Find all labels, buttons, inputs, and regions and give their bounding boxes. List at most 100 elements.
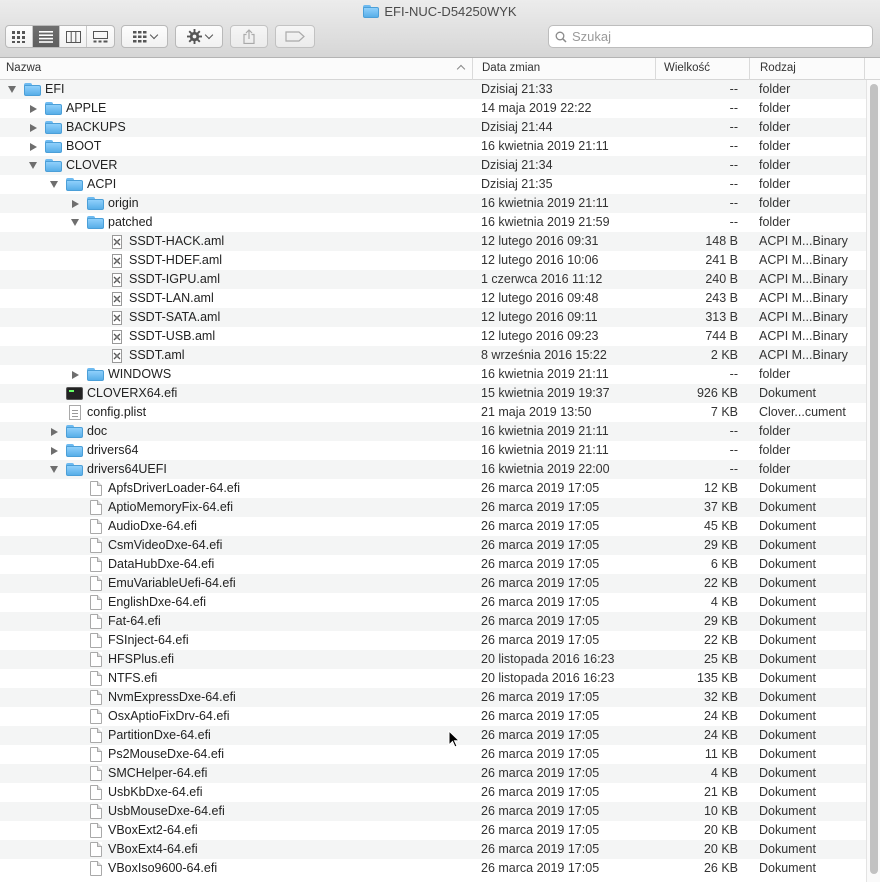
file-name: SSDT-USB.aml [129, 329, 216, 343]
share-button[interactable] [230, 25, 268, 48]
date-modified: 16 kwietnia 2019 21:59 [481, 215, 610, 229]
file-row[interactable]: PartitionDxe-64.efi 26 marca 2019 17:05 24… [0, 726, 866, 745]
file-kind: ACPI M...Binary [759, 272, 848, 286]
disclosure-triangle-expanded[interactable] [7, 80, 17, 99]
file-row[interactable]: VBoxExt2-64.efi 26 marca 2019 17:05 20 KB D… [0, 821, 866, 840]
file-row[interactable]: CLOVERX64.efi 15 kwietnia 2019 19:37 926 K… [0, 384, 866, 403]
column-header-kind[interactable]: Rodzaj [750, 58, 865, 80]
disclosure-triangle-collapsed[interactable] [28, 118, 38, 137]
date-modified: 12 lutego 2016 09:11 [481, 310, 598, 324]
disclosure-triangle-expanded[interactable] [70, 213, 80, 232]
column-header-name[interactable]: Nazwa [0, 58, 473, 80]
file-row[interactable]: VBoxIso9600-64.efi 26 marca 2019 17:05 26 … [0, 859, 866, 878]
gallery-view-button[interactable] [87, 26, 114, 47]
file-row[interactable]: CsmVideoDxe-64.efi 26 marca 2019 17:05 29 … [0, 536, 866, 555]
file-row[interactable]: UsbMouseDxe-64.efi 26 marca 2019 17:05 10 … [0, 802, 866, 821]
disclosure-triangle-collapsed[interactable] [70, 194, 80, 213]
file-row[interactable]: OsxAptioFixDrv-64.efi 26 marca 2019 17:05… [0, 707, 866, 726]
name-cell: BOOT [28, 137, 101, 156]
toolbar: EFI-NUC-D54250WYK [0, 0, 880, 58]
folder-row[interactable]: ACPI Dzisiaj 21:35 -- folder [0, 175, 866, 194]
disclosure-triangle-collapsed[interactable] [28, 99, 38, 118]
name-cell: config.plist [49, 403, 146, 422]
file-row[interactable]: Fat-64.efi 26 marca 2019 17:05 29 KB Dokume… [0, 612, 866, 631]
search-field[interactable] [548, 25, 873, 48]
folder-row[interactable]: WINDOWS 16 kwietnia 2019 21:11 -- folder [0, 365, 866, 384]
disclosure-triangle-collapsed[interactable] [28, 137, 38, 156]
icon-view-button[interactable] [6, 26, 33, 47]
file-row[interactable]: Ps2MouseDxe-64.efi 26 marca 2019 17:05 11 … [0, 745, 866, 764]
file-row[interactable]: AudioDxe-64.efi 26 marca 2019 17:05 45 KB D… [0, 517, 866, 536]
file-row[interactable]: SSDT-LAN.aml 12 lutego 2016 09:48 243 B ACP… [0, 289, 866, 308]
file-row[interactable]: SSDT-USB.aml 12 lutego 2016 09:23 744 B ACP… [0, 327, 866, 346]
file-row[interactable]: NvmExpressDxe-64.efi 26 marca 2019 17:05 3… [0, 688, 866, 707]
date-modified: 26 marca 2019 17:05 [481, 709, 600, 723]
column-header-date[interactable]: Data zmian [473, 58, 656, 80]
file-row[interactable]: SSDT-IGPU.aml 1 czerwca 2016 11:12 240 B AC… [0, 270, 866, 289]
column-header-size[interactable]: Wielkość [656, 58, 750, 80]
file-row[interactable]: config.plist 21 maja 2019 13:50 7 KB Clover… [0, 403, 866, 422]
file-row[interactable]: NTFS.efi 20 listopada 2016 16:23 135 KB Dok… [0, 669, 866, 688]
disclosure-triangle-expanded[interactable] [49, 460, 59, 479]
file-row[interactable]: FSInject-64.efi 26 marca 2019 17:05 22 KB D… [0, 631, 866, 650]
action-button[interactable] [175, 25, 223, 48]
column-view-button[interactable] [60, 26, 87, 47]
folder-row[interactable]: patched 16 kwietnia 2019 21:59 -- folder [0, 213, 866, 232]
scrollbar-thumb[interactable] [870, 84, 878, 874]
file-kind: Dokument [759, 728, 816, 742]
file-row[interactable]: EnglishDxe-64.efi 26 marca 2019 17:05 4 KB… [0, 593, 866, 612]
file-kind: folder [759, 120, 791, 134]
file-size: 11 KB [704, 747, 738, 761]
file-name: SSDT.aml [129, 348, 185, 362]
search-input[interactable] [572, 29, 852, 44]
file-kind: Dokument [759, 538, 816, 552]
date-modified: 15 kwietnia 2019 19:37 [481, 386, 610, 400]
folder-icon [87, 368, 104, 381]
disclosure-triangle-expanded[interactable] [28, 156, 38, 175]
file-size: 4 KB [710, 766, 738, 780]
folder-row[interactable]: drivers64UEFI 16 kwietnia 2019 22:00 -- fol… [0, 460, 866, 479]
disclosure-triangle-collapsed[interactable] [49, 441, 59, 460]
folder-row[interactable]: CLOVER Dzisiaj 21:34 -- folder [0, 156, 866, 175]
list-view-button[interactable] [33, 26, 60, 47]
date-modified: 1 czerwca 2016 11:12 [481, 272, 603, 286]
file-name: Ps2MouseDxe-64.efi [108, 747, 225, 761]
date-modified: 26 marca 2019 17:05 [481, 785, 600, 799]
date-modified: 12 lutego 2016 09:31 [481, 234, 599, 248]
file-name: ACPI [87, 177, 117, 191]
folder-row[interactable]: origin 16 kwietnia 2019 21:11 -- folder [0, 194, 866, 213]
date-modified: 16 kwietnia 2019 21:11 [481, 367, 609, 381]
folder-row[interactable]: drivers64 16 kwietnia 2019 21:11 -- folder [0, 441, 866, 460]
file-row[interactable]: EmuVariableUefi-64.efi 26 marca 2019 17:0… [0, 574, 866, 593]
file-row[interactable]: AptioMemoryFix-64.efi 26 marca 2019 17:05… [0, 498, 866, 517]
file-row[interactable]: ApfsDriverLoader-64.efi 26 marca 2019 17:… [0, 479, 866, 498]
file-row[interactable]: DataHubDxe-64.efi 26 marca 2019 17:05 6 KB… [0, 555, 866, 574]
file-row[interactable]: SSDT-SATA.aml 12 lutego 2016 09:11 313 B AC… [0, 308, 866, 327]
file-row[interactable]: SSDT.aml 8 września 2016 15:22 2 KB ACPI M.… [0, 346, 866, 365]
file-row[interactable]: VBoxExt4-64.efi 26 marca 2019 17:05 20 KB D… [0, 840, 866, 859]
name-cell: BACKUPS [28, 118, 126, 137]
disclosure-triangle-expanded[interactable] [49, 175, 59, 194]
document-icon [90, 633, 102, 648]
name-cell: EmuVariableUefi-64.efi [70, 574, 236, 593]
file-row[interactable]: SSDT-HDEF.aml 12 lutego 2016 10:06 241 B AC… [0, 251, 866, 270]
disclosure-triangle-collapsed[interactable] [70, 365, 80, 384]
vertical-scrollbar[interactable] [866, 80, 880, 882]
triangle-right-icon [71, 370, 79, 379]
disclosure-triangle-collapsed[interactable] [49, 422, 59, 441]
file-row[interactable]: SMCHelper-64.efi 26 marca 2019 17:05 4 KB D… [0, 764, 866, 783]
file-row[interactable]: UsbKbDxe-64.efi 26 marca 2019 17:05 21 KB D… [0, 783, 866, 802]
arrange-button[interactable] [121, 25, 168, 48]
folder-row[interactable]: doc 16 kwietnia 2019 21:11 -- folder [0, 422, 866, 441]
file-row[interactable]: SSDT-HACK.aml 12 lutego 2016 09:31 148 B AC… [0, 232, 866, 251]
folder-row[interactable]: BACKUPS Dzisiaj 21:44 -- folder [0, 118, 866, 137]
folder-row[interactable]: BOOT 16 kwietnia 2019 21:11 -- folder [0, 137, 866, 156]
document-icon [90, 671, 102, 686]
tag-button[interactable] [275, 25, 315, 48]
name-cell: UsbMouseDxe-64.efi [70, 802, 225, 821]
folder-row[interactable]: APPLE 14 maja 2019 22:22 -- folder [0, 99, 866, 118]
folder-row[interactable]: EFI Dzisiaj 21:33 -- folder [0, 80, 866, 99]
file-name: AptioMemoryFix-64.efi [108, 500, 234, 514]
aml-file-icon [111, 310, 123, 325]
file-row[interactable]: HFSPlus.efi 20 listopada 2016 16:23 25 KB D… [0, 650, 866, 669]
